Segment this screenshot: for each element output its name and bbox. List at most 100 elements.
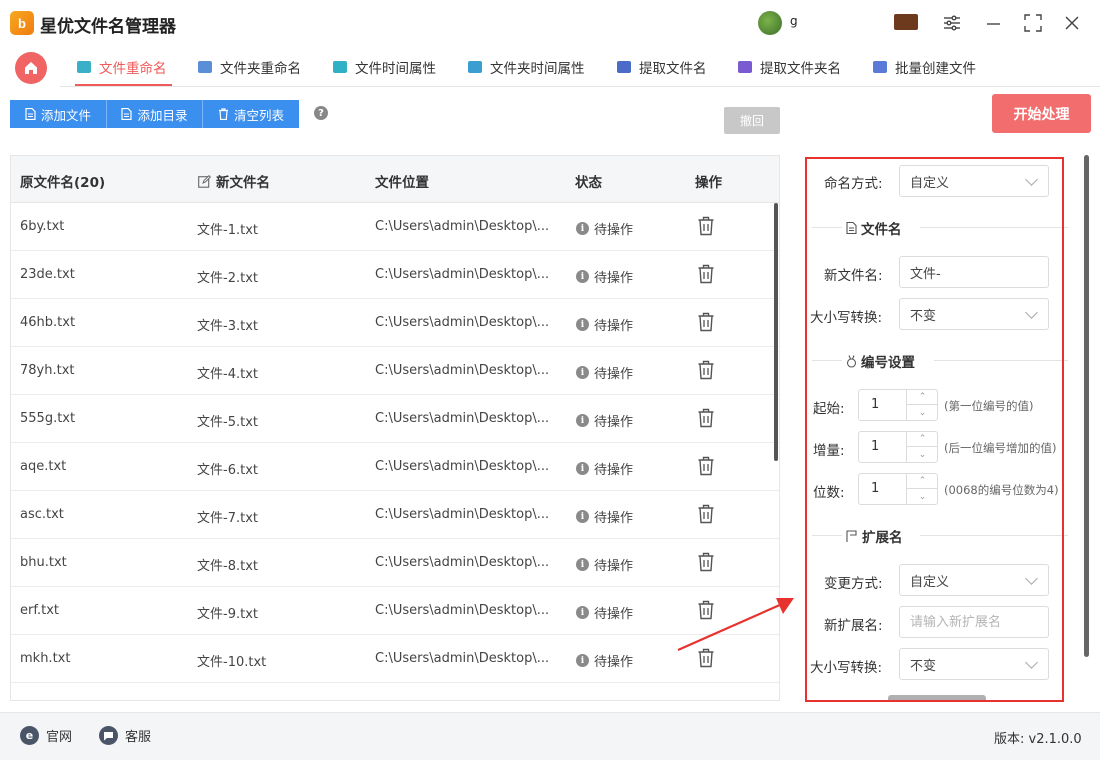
status-text: 待操作 bbox=[594, 463, 634, 478]
website-label: 官网 bbox=[46, 730, 73, 745]
status-text: 待操作 bbox=[594, 607, 634, 622]
table-row[interactable]: 555g.txt 文件-5.txt C:\Users\admin\Desktop\.… bbox=[11, 395, 779, 443]
header-location: 文件位置 bbox=[375, 175, 429, 191]
tab-file-time-attributes[interactable]: 文件时间属性 bbox=[333, 56, 436, 78]
file-rename-icon bbox=[77, 61, 91, 73]
chat-bubble-icon bbox=[99, 726, 118, 745]
panel-scrollbar[interactable] bbox=[1084, 155, 1089, 657]
table-row[interactable]: 6by.txt 文件-1.txt C:\Users\admin\Desktop\..… bbox=[11, 203, 779, 251]
status-cell: i 待操作 bbox=[576, 315, 633, 334]
table-row[interactable]: 23de.txt 文件-2.txt C:\Users\admin\Desktop\.… bbox=[11, 251, 779, 299]
user-avatar[interactable] bbox=[758, 11, 782, 35]
tab-label: 提取文件夹名 bbox=[760, 61, 841, 77]
file-location: C:\Users\admin\Desktop\... bbox=[375, 363, 550, 378]
highlight-frame bbox=[805, 157, 1064, 702]
batch-create-icon bbox=[873, 61, 887, 73]
info-icon: i bbox=[576, 414, 589, 427]
tab-file-rename[interactable]: 文件重命名 bbox=[77, 56, 167, 78]
tabs-divider bbox=[60, 86, 1100, 87]
add-file-button[interactable]: 添加文件 bbox=[10, 100, 106, 128]
original-filename: 46hb.txt bbox=[20, 315, 76, 330]
table-row[interactable]: aqe.txt 文件-6.txt C:\Users\admin\Desktop\..… bbox=[11, 443, 779, 491]
status-text: 待操作 bbox=[594, 559, 634, 574]
delete-trash-icon[interactable] bbox=[697, 408, 715, 428]
table-row[interactable]: 46hb.txt 文件-3.txt C:\Users\admin\Desktop\.… bbox=[11, 299, 779, 347]
new-filename: 文件-8.txt bbox=[197, 559, 258, 574]
status-cell: i 待操作 bbox=[576, 507, 633, 526]
tab-extract-foldername[interactable]: 提取文件夹名 bbox=[738, 56, 841, 78]
table-row[interactable]: erf.txt 文件-9.txt C:\Users\admin\Desktop\..… bbox=[11, 587, 779, 635]
delete-trash-icon[interactable] bbox=[697, 552, 715, 572]
support-link[interactable]: 客服 bbox=[99, 726, 151, 745]
file-location: C:\Users\admin\Desktop\... bbox=[375, 459, 550, 474]
info-icon: i bbox=[576, 510, 589, 523]
add-directory-button[interactable]: 添加目录 bbox=[107, 100, 202, 128]
original-filename: mkh.txt bbox=[20, 651, 71, 666]
minimize-icon[interactable] bbox=[981, 11, 1005, 35]
table-row[interactable]: mkh.txt 文件-10.txt C:\Users\admin\Desktop\.… bbox=[11, 635, 779, 683]
tab-label: 提取文件名 bbox=[639, 61, 707, 77]
version-text: 版本: v2.1.0.0 bbox=[994, 732, 1082, 747]
table-row[interactable]: 78yh.txt 文件-4.txt C:\Users\admin\Desktop\.… bbox=[11, 347, 779, 395]
original-filename: 6by.txt bbox=[20, 219, 65, 234]
app-logo-icon: b bbox=[10, 11, 34, 35]
maximize-icon[interactable] bbox=[1021, 11, 1045, 35]
settings-sliders-icon[interactable] bbox=[940, 11, 964, 35]
edit-icon bbox=[198, 174, 211, 188]
home-icon bbox=[25, 62, 37, 74]
add-file-label: 添加文件 bbox=[40, 107, 91, 123]
tab-extract-filename[interactable]: 提取文件名 bbox=[617, 56, 707, 78]
delete-trash-icon[interactable] bbox=[697, 504, 715, 524]
folder-rename-icon bbox=[198, 61, 212, 73]
clear-list-button[interactable]: 清空列表 bbox=[203, 100, 299, 128]
file-icon bbox=[121, 108, 133, 120]
status-text: 待操作 bbox=[594, 367, 634, 382]
clear-list-label: 清空列表 bbox=[233, 107, 284, 123]
close-icon[interactable] bbox=[1060, 11, 1084, 35]
status-cell: i 待操作 bbox=[576, 219, 633, 238]
table-header: 原文件名(20) 新文件名 文件位置 状态 操作 bbox=[11, 156, 779, 203]
tab-folder-time-attributes[interactable]: 文件夹时间属性 bbox=[468, 56, 585, 78]
info-icon: i bbox=[576, 222, 589, 235]
tab-batch-create-files[interactable]: 批量创建文件 bbox=[873, 56, 976, 78]
original-filename: 78yh.txt bbox=[20, 363, 75, 378]
delete-trash-icon[interactable] bbox=[697, 312, 715, 332]
user-badge-icon bbox=[894, 14, 918, 30]
tab-label: 批量创建文件 bbox=[895, 61, 976, 77]
delete-trash-icon[interactable] bbox=[697, 216, 715, 236]
delete-trash-icon[interactable] bbox=[697, 360, 715, 380]
folder-time-icon bbox=[468, 61, 482, 73]
website-link[interactable]: e 官网 bbox=[20, 726, 72, 745]
start-processing-button[interactable]: 开始处理 bbox=[992, 94, 1091, 133]
status-text: 待操作 bbox=[594, 415, 634, 430]
extract-foldername-icon bbox=[738, 61, 752, 73]
home-button[interactable] bbox=[15, 52, 47, 84]
new-filename: 文件-1.txt bbox=[197, 223, 258, 238]
status-text: 待操作 bbox=[594, 319, 634, 334]
delete-trash-icon[interactable] bbox=[697, 264, 715, 284]
table-scrollbar[interactable] bbox=[774, 203, 778, 461]
status-text: 待操作 bbox=[594, 655, 634, 670]
table-row[interactable]: asc.txt 文件-7.txt C:\Users\admin\Desktop\..… bbox=[11, 491, 779, 539]
help-icon[interactable]: ? bbox=[314, 106, 328, 120]
file-location: C:\Users\admin\Desktop\... bbox=[375, 555, 550, 570]
info-icon: i bbox=[576, 462, 589, 475]
original-filename: asc.txt bbox=[20, 507, 64, 522]
new-filename: 文件-10.txt bbox=[197, 655, 267, 670]
new-filename: 文件-2.txt bbox=[197, 271, 258, 286]
status-cell: i 待操作 bbox=[576, 363, 633, 382]
file-time-icon bbox=[333, 61, 347, 73]
file-table: 原文件名(20) 新文件名 文件位置 状态 操作 6by.txt 文件-1.txt… bbox=[10, 155, 780, 701]
table-row[interactable]: bhu.txt 文件-8.txt C:\Users\admin\Desktop\..… bbox=[11, 539, 779, 587]
status-cell: i 待操作 bbox=[576, 459, 633, 478]
status-text: 待操作 bbox=[594, 511, 634, 526]
undo-button[interactable]: 撤回 bbox=[724, 107, 780, 134]
header-action: 操作 bbox=[695, 175, 722, 191]
tab-folder-rename[interactable]: 文件夹重命名 bbox=[198, 56, 301, 78]
delete-trash-icon[interactable] bbox=[697, 456, 715, 476]
info-icon: i bbox=[576, 318, 589, 331]
info-icon: i bbox=[576, 270, 589, 283]
new-filename: 文件-4.txt bbox=[197, 367, 258, 382]
status-cell: i 待操作 bbox=[576, 651, 633, 670]
status-cell: i 待操作 bbox=[576, 267, 633, 286]
